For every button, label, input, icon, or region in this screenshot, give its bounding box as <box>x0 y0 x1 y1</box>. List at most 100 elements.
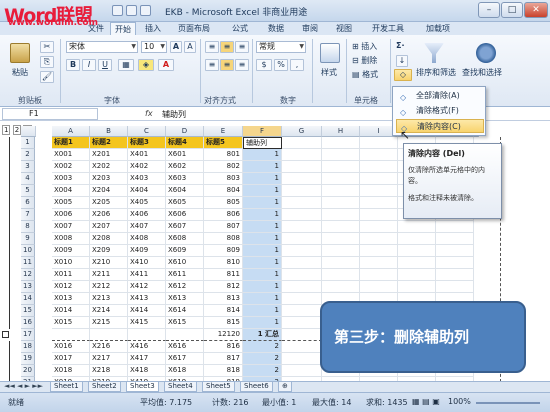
fill-color-icon[interactable]: ◈ <box>138 59 154 71</box>
cell[interactable]: X205 <box>90 197 128 209</box>
cell[interactable]: 805 <box>204 197 243 209</box>
tab-view[interactable]: 视图 <box>336 23 352 34</box>
cell[interactable]: X003 <box>52 173 90 185</box>
cell[interactable] <box>322 233 360 245</box>
cell[interactable]: 1 <box>243 221 282 233</box>
cell[interactable]: X213 <box>90 293 128 305</box>
cell[interactable]: X602 <box>166 161 204 173</box>
cell[interactable] <box>322 281 360 293</box>
cell[interactable]: 2 <box>243 341 282 353</box>
cell[interactable] <box>322 269 360 281</box>
find-select-icon[interactable] <box>476 43 496 63</box>
cell[interactable]: X612 <box>166 281 204 293</box>
cell[interactable] <box>360 281 398 293</box>
cell[interactable]: X004 <box>52 185 90 197</box>
cell[interactable] <box>360 245 398 257</box>
cell[interactable]: X007 <box>52 221 90 233</box>
cell[interactable] <box>282 257 322 269</box>
cell[interactable]: X006 <box>52 209 90 221</box>
cell[interactable]: 1 <box>243 317 282 329</box>
cell[interactable]: 1 <box>243 233 282 245</box>
cell[interactable] <box>360 233 398 245</box>
insert-cells-button[interactable]: ⊞ 插入 <box>352 41 377 52</box>
undo-icon[interactable] <box>126 5 137 16</box>
cell[interactable]: X413 <box>128 293 166 305</box>
cell[interactable]: 1 <box>243 257 282 269</box>
cell[interactable] <box>282 365 322 377</box>
cell[interactable]: X610 <box>166 257 204 269</box>
cell[interactable] <box>360 185 398 197</box>
outline-level-2[interactable]: 2 <box>12 125 22 135</box>
cell[interactable] <box>360 257 398 269</box>
maximize-button[interactable]: □ <box>501 2 523 18</box>
cell[interactable]: X405 <box>128 197 166 209</box>
cell[interactable] <box>282 305 322 317</box>
align-left-icon[interactable]: ≡ <box>205 59 219 71</box>
cell[interactable] <box>282 329 322 341</box>
cell[interactable] <box>360 221 398 233</box>
zoom-slider[interactable] <box>476 402 540 404</box>
cell[interactable]: 807 <box>204 221 243 233</box>
cell[interactable]: X403 <box>128 173 166 185</box>
cell[interactable]: X410 <box>128 257 166 269</box>
cell[interactable] <box>282 173 322 185</box>
cell[interactable]: 标题2 <box>90 137 128 149</box>
cell[interactable]: X015 <box>52 317 90 329</box>
cell[interactable]: 1 <box>243 173 282 185</box>
align-right-icon[interactable]: ≡ <box>235 59 249 71</box>
format-cells-button[interactable]: ▤ 格式 <box>352 69 378 80</box>
align-top-icon[interactable]: ≡ <box>205 41 219 53</box>
outline-level-1[interactable]: 1 <box>2 125 11 135</box>
column-header-H[interactable]: H <box>322 126 360 137</box>
cell[interactable]: 1 <box>243 161 282 173</box>
cell[interactable] <box>282 197 322 209</box>
cell[interactable] <box>282 293 322 305</box>
cell[interactable]: 1 <box>243 209 282 221</box>
cell[interactable] <box>436 245 474 257</box>
cell[interactable]: X013 <box>52 293 90 305</box>
comma-icon[interactable]: , <box>290 59 304 71</box>
font-color-button[interactable]: A <box>158 59 174 71</box>
cell[interactable] <box>282 185 322 197</box>
cell[interactable]: X402 <box>128 161 166 173</box>
cell[interactable] <box>282 137 322 149</box>
cell[interactable]: 1 <box>243 197 282 209</box>
cell[interactable] <box>282 233 322 245</box>
cell[interactable]: X609 <box>166 245 204 257</box>
cell[interactable]: 1 <box>243 293 282 305</box>
cell[interactable]: 标题5 <box>204 137 243 149</box>
cell[interactable]: X617 <box>166 353 204 365</box>
shrink-font-button[interactable]: A <box>184 41 196 53</box>
fill-icon[interactable]: ↓ <box>396 55 408 67</box>
percent-icon[interactable]: % <box>274 59 288 71</box>
cell[interactable]: 辅助列 <box>243 137 282 149</box>
cell[interactable]: X417 <box>128 353 166 365</box>
align-center-icon[interactable]: ≡ <box>220 59 234 71</box>
delete-cells-button[interactable]: ⊟ 删除 <box>352 55 377 66</box>
italic-button[interactable]: I <box>82 59 96 71</box>
cell[interactable]: X407 <box>128 221 166 233</box>
cell[interactable]: 2 <box>243 365 282 377</box>
clear-icon[interactable]: ◇ <box>394 69 412 81</box>
cut-icon[interactable]: ✂ <box>40 41 54 53</box>
cell[interactable] <box>282 149 322 161</box>
cell[interactable]: X406 <box>128 209 166 221</box>
cell[interactable] <box>282 317 322 329</box>
fx-label[interactable]: fx <box>145 109 153 118</box>
cell[interactable] <box>166 329 204 341</box>
cell[interactable]: X011 <box>52 269 90 281</box>
cell[interactable]: X209 <box>90 245 128 257</box>
cell[interactable]: X605 <box>166 197 204 209</box>
cell[interactable]: X616 <box>166 341 204 353</box>
tab-review[interactable]: 审阅 <box>302 23 318 34</box>
cell[interactable] <box>52 329 90 341</box>
cell[interactable]: X202 <box>90 161 128 173</box>
cell[interactable]: X204 <box>90 185 128 197</box>
cell[interactable]: 1 汇总 <box>243 329 282 341</box>
cell[interactable]: 1 <box>243 245 282 257</box>
tab-insert[interactable]: 插入 <box>145 23 161 34</box>
cell[interactable] <box>282 209 322 221</box>
sheet-tab-sheet1[interactable]: Sheet1 <box>50 382 83 392</box>
cell[interactable]: X416 <box>128 341 166 353</box>
cell[interactable] <box>322 197 360 209</box>
